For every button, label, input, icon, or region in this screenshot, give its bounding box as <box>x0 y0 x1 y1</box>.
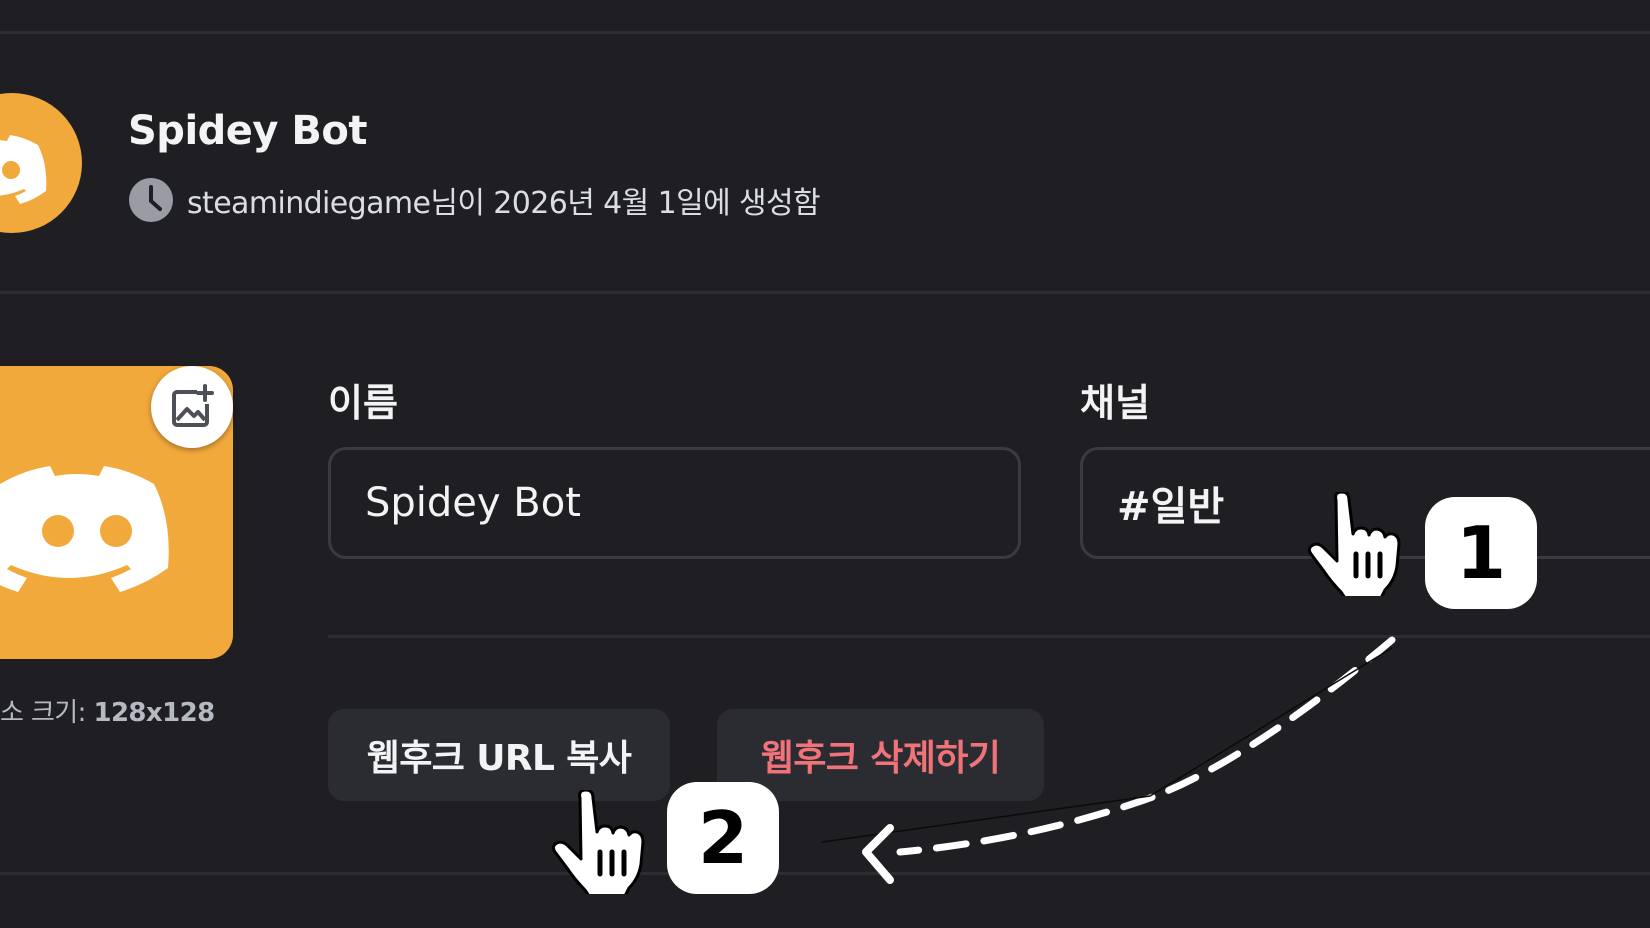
pointer-hand-icon <box>1308 492 1401 596</box>
step-1-badge: 1 <box>1425 497 1537 609</box>
pointer-hand-icon <box>552 790 645 894</box>
step-1-number: 1 <box>1455 511 1507 595</box>
step-2-badge: 2 <box>667 782 779 894</box>
dashed-arrow-icon <box>821 636 1396 884</box>
step-2-number: 2 <box>697 796 749 880</box>
